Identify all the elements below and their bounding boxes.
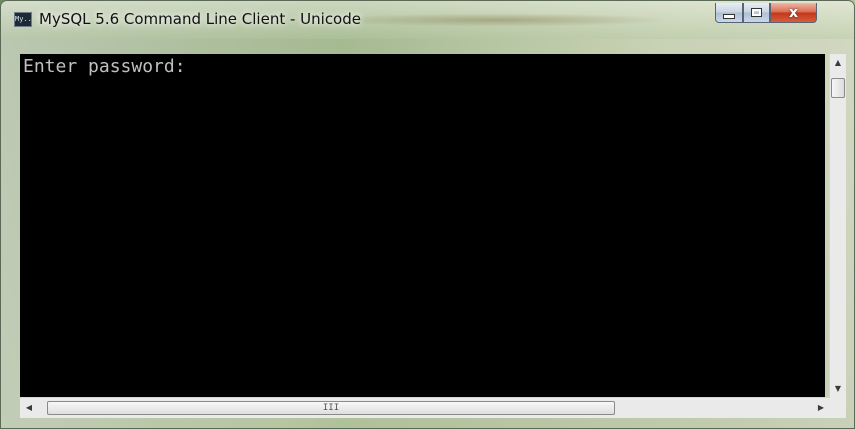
horizontal-scrollbar[interactable]: ◀ III ▶ — [20, 397, 830, 418]
console-area[interactable]: Enter password: — [20, 54, 825, 397]
scroll-up-arrow-icon[interactable]: ▲ — [830, 54, 846, 71]
maximize-icon — [751, 8, 762, 17]
console-window: My.. MySQL 5.6 Command Line Client - Uni… — [0, 0, 855, 429]
close-icon: x — [788, 4, 799, 21]
scroll-left-arrow-icon[interactable]: ◀ — [20, 398, 38, 418]
scroll-down-arrow-icon[interactable]: ▼ — [830, 380, 846, 397]
password-prompt: Enter password: — [23, 56, 186, 77]
horizontal-scroll-thumb[interactable]: III — [47, 401, 615, 415]
vertical-scrollbar[interactable]: ▲ ▼ — [829, 54, 846, 397]
window-title: MySQL 5.6 Command Line Client - Unicode — [39, 10, 361, 28]
minimize-icon — [723, 14, 735, 19]
minimize-button[interactable] — [715, 3, 743, 23]
close-button[interactable]: x — [770, 3, 817, 23]
vertical-scroll-thumb[interactable] — [831, 78, 845, 98]
scrollbar-corner — [830, 397, 846, 418]
mysql-console-icon[interactable]: My.. — [14, 12, 32, 27]
maximize-button[interactable] — [743, 3, 770, 23]
scroll-grip-icon: III — [322, 403, 340, 413]
scroll-right-arrow-icon[interactable]: ▶ — [812, 398, 830, 418]
title-bar[interactable]: My.. MySQL 5.6 Command Line Client - Uni… — [1, 1, 854, 39]
